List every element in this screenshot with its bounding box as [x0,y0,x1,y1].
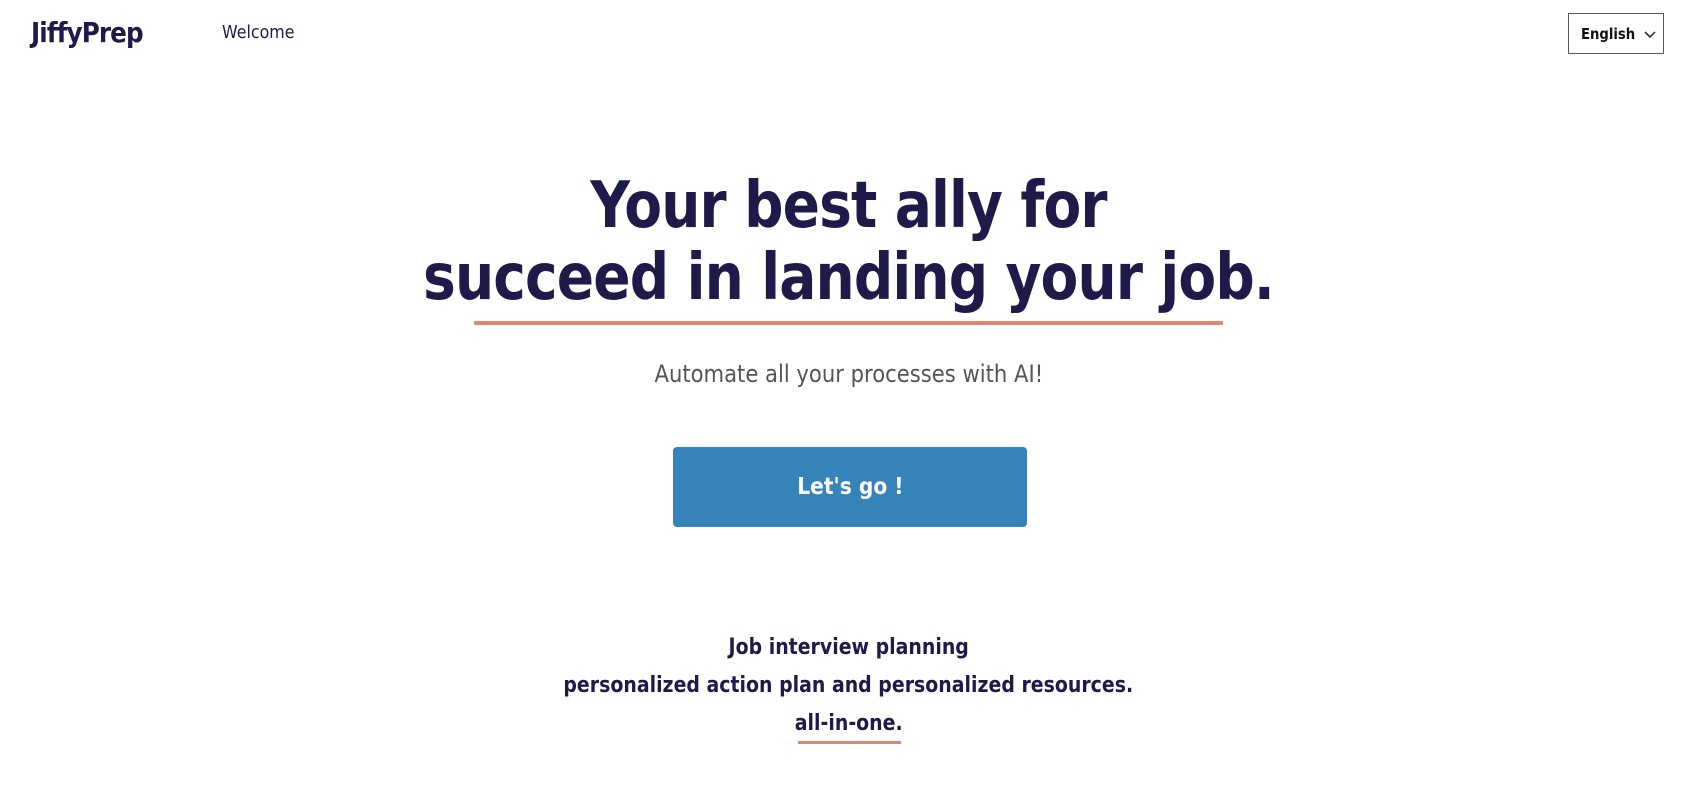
feature-line-2: personalized action plan and personalize… [0,667,1697,705]
lets-go-button-label: Let's go ! [796,474,904,500]
feature-line-3: all-in-one. [0,705,1697,743]
hero-subtitle: Automate all your processes with AI! [0,360,1697,388]
landing-page: JiffyPrep Welcome English Your best ally… [0,0,1697,787]
feature-line-1-text: Job interview planning [728,635,969,660]
feature-line-1: Job interview planning [0,629,1697,667]
logo[interactable]: JiffyPrep [31,16,144,49]
hero-title-line-2: succeed in landing your job. [423,241,1275,315]
hero-title-line-1: Your best ally for [590,169,1107,243]
language-selected-value: English [1581,24,1636,43]
features-underline [798,741,901,744]
hero-title-underline [474,321,1223,325]
chevron-down-icon [1643,27,1657,41]
lets-go-button[interactable]: Let's go ! [673,447,1027,527]
top-header: JiffyPrep Welcome English [0,0,1697,70]
feature-line-2-text: personalized action plan and personalize… [563,673,1134,698]
language-select[interactable]: English [1568,13,1664,54]
features-summary: Job interview planning personalized acti… [0,629,1697,743]
hero-subtitle-text: Automate all your processes with AI! [654,360,1043,388]
hero-title: Your best ally for succeed in landing yo… [0,170,1697,314]
nav-welcome-link[interactable]: Welcome [222,22,294,43]
feature-line-3-text: all-in-one. [794,711,903,736]
